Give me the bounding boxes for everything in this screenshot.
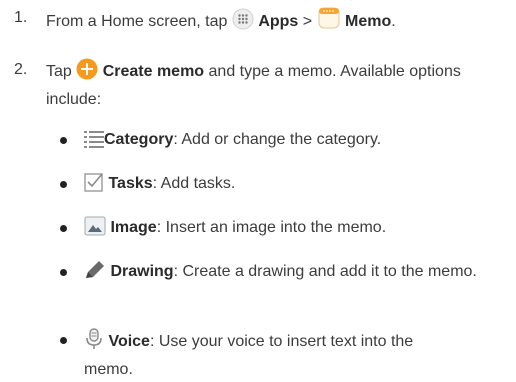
tasks-checkbox-icon bbox=[84, 172, 104, 200]
option-label: Category bbox=[104, 131, 174, 148]
step-text: From a Home screen, tap Apps > Memo. bbox=[46, 6, 506, 38]
bullet bbox=[60, 269, 67, 276]
apps-grid-icon bbox=[232, 8, 254, 38]
add-icon bbox=[76, 58, 98, 88]
memo-instructions: 1. From a Home screen, tap Apps > Memo. … bbox=[0, 0, 516, 380]
microphone-icon bbox=[84, 328, 104, 358]
category-list-icon bbox=[84, 130, 104, 156]
memo-app-icon bbox=[317, 6, 341, 38]
option-label: Drawing bbox=[110, 263, 174, 280]
bullet bbox=[60, 337, 67, 344]
step-number: 1. bbox=[14, 9, 28, 26]
option-label: Tasks bbox=[108, 175, 153, 192]
bullet bbox=[60, 137, 67, 144]
step-number: 2. bbox=[14, 61, 28, 78]
image-icon bbox=[84, 216, 106, 244]
memo-label: Memo bbox=[345, 13, 392, 30]
option-label: Image bbox=[110, 219, 157, 236]
create-memo-label: Create memo bbox=[102, 63, 205, 80]
pencil-icon bbox=[84, 260, 106, 288]
apps-label: Apps bbox=[258, 13, 299, 30]
option-label: Voice bbox=[108, 333, 150, 350]
bullet bbox=[60, 181, 67, 188]
bullet bbox=[60, 225, 67, 232]
step-text: Tap Create memo and type a memo. Availab… bbox=[46, 58, 506, 112]
